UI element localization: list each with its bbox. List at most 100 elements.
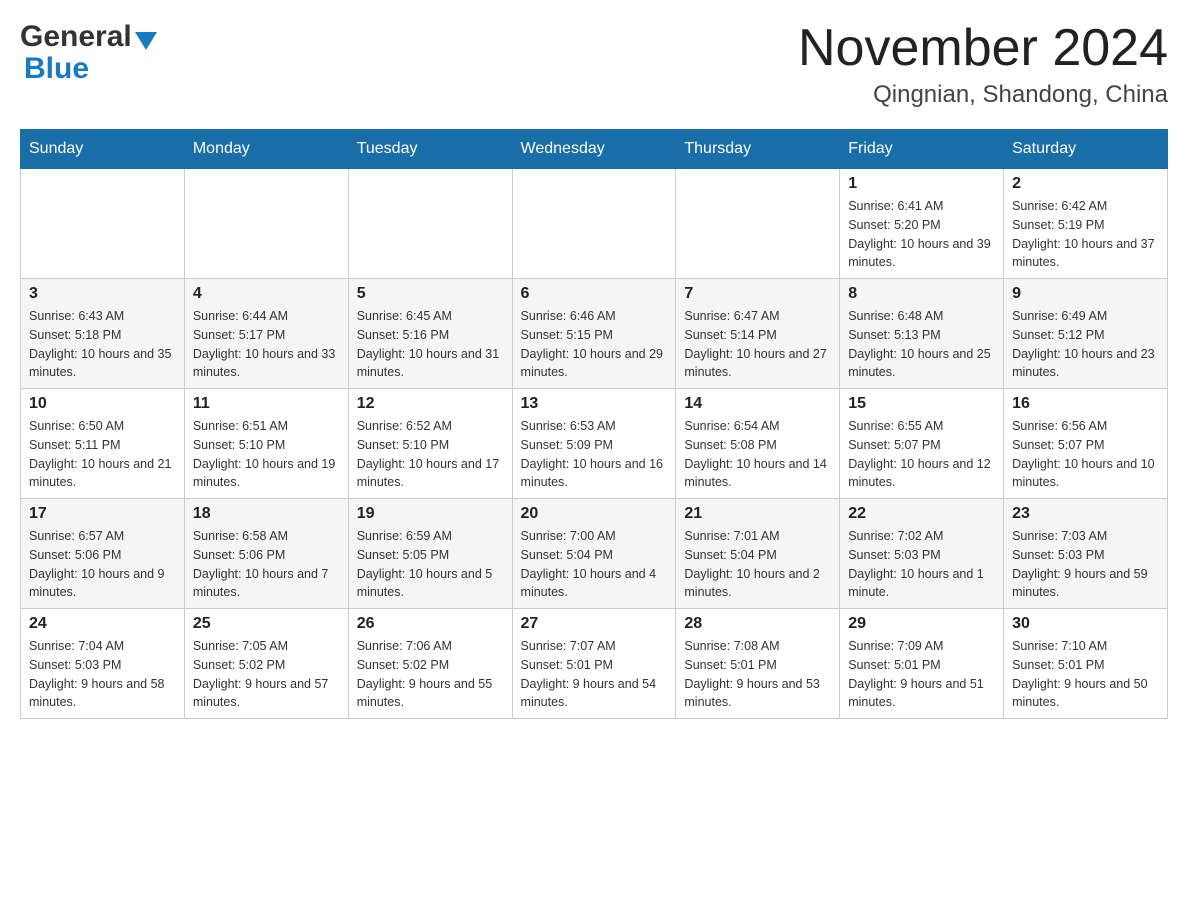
day-info: Sunrise: 6:52 AMSunset: 5:10 PMDaylight:… (357, 417, 504, 492)
day-number: 14 (684, 395, 831, 413)
day-number: 25 (193, 615, 340, 633)
calendar-cell: 1Sunrise: 6:41 AMSunset: 5:20 PMDaylight… (840, 169, 1004, 279)
header-monday: Monday (184, 130, 348, 169)
calendar-cell: 10 Sunrise: 6:50 AMSunset: 5:11 PMDayligh… (21, 389, 185, 499)
day-info: Sunrise: 6:44 AMSunset: 5:17 PMDaylight:… (193, 307, 340, 382)
day-info: Sunrise: 7:06 AMSunset: 5:02 PMDaylight:… (357, 637, 504, 712)
day-number: 15 (848, 395, 995, 413)
day-info: Sunrise: 7:04 AMSunset: 5:03 PMDaylight:… (29, 637, 176, 712)
day-number: 6 (521, 285, 668, 303)
calendar-cell: 27 Sunrise: 7:07 AMSunset: 5:01 PMDayligh… (512, 609, 676, 719)
day-info: Sunrise: 6:42 AMSunset: 5:19 PMDaylight:… (1012, 197, 1159, 272)
day-info: Sunrise: 7:09 AMSunset: 5:01 PMDaylight:… (848, 637, 995, 712)
logo-triangle-icon (135, 32, 157, 50)
day-number: 9 (1012, 285, 1159, 303)
day-number: 23 (1012, 505, 1159, 523)
calendar-header-row: Sunday Monday Tuesday Wednesday Thursday… (21, 130, 1168, 169)
calendar-week-5: 24Sunrise: 7:04 AMSunset: 5:03 PMDayligh… (21, 609, 1168, 719)
calendar-week-4: 17 Sunrise: 6:57 AMSunset: 5:06 PMDayligh… (21, 499, 1168, 609)
calendar-cell: 14 Sunrise: 6:54 AMSunset: 5:08 PMDayligh… (676, 389, 840, 499)
calendar-cell: 2 Sunrise: 6:42 AMSunset: 5:19 PMDaylight… (1004, 169, 1168, 279)
calendar-cell: 17 Sunrise: 6:57 AMSunset: 5:06 PMDayligh… (21, 499, 185, 609)
day-info: Sunrise: 6:46 AMSunset: 5:15 PMDaylight:… (521, 307, 668, 382)
day-number: 11 (193, 395, 340, 413)
day-number: 3 (29, 285, 176, 303)
logo: General Blue (20, 20, 157, 86)
day-info: Sunrise: 6:51 AMSunset: 5:10 PMDaylight:… (193, 417, 340, 492)
calendar-cell: 12 Sunrise: 6:52 AMSunset: 5:10 PMDayligh… (348, 389, 512, 499)
calendar-week-2: 3 Sunrise: 6:43 AMSunset: 5:18 PMDaylight… (21, 279, 1168, 389)
day-info: Sunrise: 6:45 AMSunset: 5:16 PMDaylight:… (357, 307, 504, 382)
day-number: 17 (29, 505, 176, 523)
calendar-cell (21, 169, 185, 279)
day-number: 29 (848, 615, 995, 633)
day-info: Sunrise: 7:02 AMSunset: 5:03 PMDaylight:… (848, 527, 995, 602)
title-section: November 2024 Qingnian, Shandong, China (798, 20, 1168, 109)
day-number: 4 (193, 285, 340, 303)
calendar-cell: 11 Sunrise: 6:51 AMSunset: 5:10 PMDayligh… (184, 389, 348, 499)
day-number: 30 (1012, 615, 1159, 633)
day-info: Sunrise: 6:53 AMSunset: 5:09 PMDaylight:… (521, 417, 668, 492)
calendar-cell: 29 Sunrise: 7:09 AMSunset: 5:01 PMDayligh… (840, 609, 1004, 719)
calendar-cell: 13 Sunrise: 6:53 AMSunset: 5:09 PMDayligh… (512, 389, 676, 499)
calendar-cell: 16Sunrise: 6:56 AMSunset: 5:07 PMDayligh… (1004, 389, 1168, 499)
day-info: Sunrise: 7:10 AMSunset: 5:01 PMDaylight:… (1012, 637, 1159, 712)
day-info: Sunrise: 6:57 AMSunset: 5:06 PMDaylight:… (29, 527, 176, 602)
calendar-cell: 19Sunrise: 6:59 AMSunset: 5:05 PMDayligh… (348, 499, 512, 609)
day-number: 22 (848, 505, 995, 523)
day-number: 13 (521, 395, 668, 413)
day-info: Sunrise: 6:50 AMSunset: 5:11 PMDaylight:… (29, 417, 176, 492)
day-number: 1 (848, 175, 995, 193)
day-info: Sunrise: 6:54 AMSunset: 5:08 PMDaylight:… (684, 417, 831, 492)
calendar-cell: 3 Sunrise: 6:43 AMSunset: 5:18 PMDaylight… (21, 279, 185, 389)
calendar-cell: 23 Sunrise: 7:03 AMSunset: 5:03 PMDayligh… (1004, 499, 1168, 609)
calendar-week-3: 10 Sunrise: 6:50 AMSunset: 5:11 PMDayligh… (21, 389, 1168, 499)
day-info: Sunrise: 6:59 AMSunset: 5:05 PMDaylight:… (357, 527, 504, 602)
day-info: Sunrise: 6:47 AMSunset: 5:14 PMDaylight:… (684, 307, 831, 382)
calendar-cell: 25Sunrise: 7:05 AMSunset: 5:02 PMDayligh… (184, 609, 348, 719)
day-number: 12 (357, 395, 504, 413)
day-number: 27 (521, 615, 668, 633)
day-info: Sunrise: 6:49 AMSunset: 5:12 PMDaylight:… (1012, 307, 1159, 382)
calendar-cell: 26Sunrise: 7:06 AMSunset: 5:02 PMDayligh… (348, 609, 512, 719)
day-info: Sunrise: 6:55 AMSunset: 5:07 PMDaylight:… (848, 417, 995, 492)
day-info: Sunrise: 7:07 AMSunset: 5:01 PMDaylight:… (521, 637, 668, 712)
calendar-cell: 15 Sunrise: 6:55 AMSunset: 5:07 PMDayligh… (840, 389, 1004, 499)
day-info: Sunrise: 6:48 AMSunset: 5:13 PMDaylight:… (848, 307, 995, 382)
day-number: 16 (1012, 395, 1159, 413)
calendar-cell: 7Sunrise: 6:47 AMSunset: 5:14 PMDaylight… (676, 279, 840, 389)
header-saturday: Saturday (1004, 130, 1168, 169)
calendar-cell (348, 169, 512, 279)
calendar-cell: 22 Sunrise: 7:02 AMSunset: 5:03 PMDayligh… (840, 499, 1004, 609)
day-number: 20 (521, 505, 668, 523)
calendar-cell: 5Sunrise: 6:45 AMSunset: 5:16 PMDaylight… (348, 279, 512, 389)
calendar-cell: 8 Sunrise: 6:48 AMSunset: 5:13 PMDaylight… (840, 279, 1004, 389)
header-tuesday: Tuesday (348, 130, 512, 169)
calendar-table: Sunday Monday Tuesday Wednesday Thursday… (20, 129, 1168, 719)
calendar-cell: 4 Sunrise: 6:44 AMSunset: 5:17 PMDaylight… (184, 279, 348, 389)
day-info: Sunrise: 7:00 AMSunset: 5:04 PMDaylight:… (521, 527, 668, 602)
day-number: 2 (1012, 175, 1159, 193)
header-thursday: Thursday (676, 130, 840, 169)
day-number: 8 (848, 285, 995, 303)
day-number: 28 (684, 615, 831, 633)
calendar-cell: 30 Sunrise: 7:10 AMSunset: 5:01 PMDayligh… (1004, 609, 1168, 719)
calendar-cell (676, 169, 840, 279)
calendar-week-1: 1Sunrise: 6:41 AMSunset: 5:20 PMDaylight… (21, 169, 1168, 279)
day-info: Sunrise: 6:43 AMSunset: 5:18 PMDaylight:… (29, 307, 176, 382)
day-info: Sunrise: 6:58 AMSunset: 5:06 PMDaylight:… (193, 527, 340, 602)
calendar-cell (184, 169, 348, 279)
day-number: 21 (684, 505, 831, 523)
calendar-cell: 21Sunrise: 7:01 AMSunset: 5:04 PMDayligh… (676, 499, 840, 609)
header-friday: Friday (840, 130, 1004, 169)
calendar-cell: 24Sunrise: 7:04 AMSunset: 5:03 PMDayligh… (21, 609, 185, 719)
day-info: Sunrise: 7:03 AMSunset: 5:03 PMDaylight:… (1012, 527, 1159, 602)
day-number: 10 (29, 395, 176, 413)
calendar-cell: 28Sunrise: 7:08 AMSunset: 5:01 PMDayligh… (676, 609, 840, 719)
page-header: General Blue November 2024 Qingnian, Sha… (20, 20, 1168, 109)
month-title: November 2024 (798, 20, 1168, 77)
location-title: Qingnian, Shandong, China (798, 81, 1168, 109)
header-sunday: Sunday (21, 130, 185, 169)
calendar-cell: 6 Sunrise: 6:46 AMSunset: 5:15 PMDaylight… (512, 279, 676, 389)
calendar-cell: 18Sunrise: 6:58 AMSunset: 5:06 PMDayligh… (184, 499, 348, 609)
